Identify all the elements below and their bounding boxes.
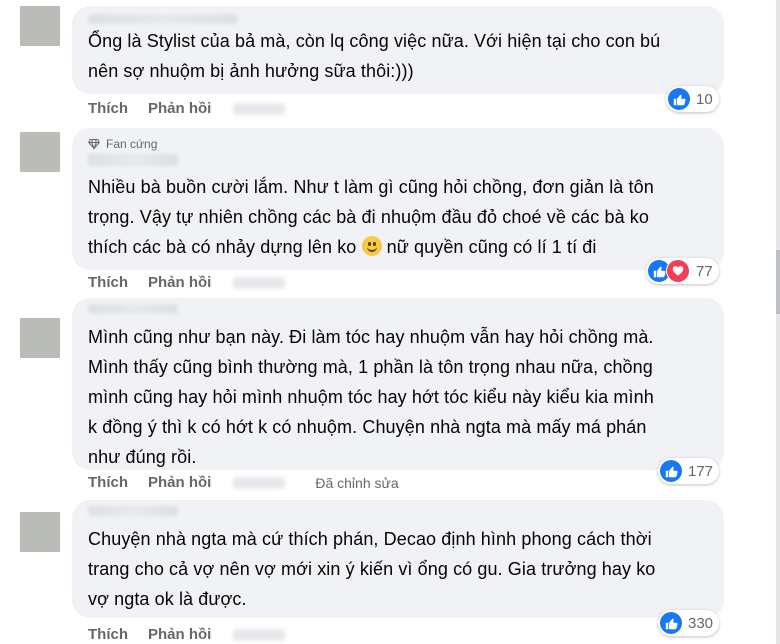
comment-actions: Thích Phản hồi xyxy=(88,626,286,643)
comment-text: Mình cũng như bạn này. Đi làm tóc hay nh… xyxy=(88,327,654,467)
timestamp-redacted[interactable] xyxy=(233,476,286,489)
reaction-summary[interactable]: 330 xyxy=(658,610,720,636)
like-button[interactable]: Thích xyxy=(88,474,128,491)
edited-label: Đã chỉnh sửa xyxy=(315,474,399,491)
author-name-redacted[interactable] xyxy=(88,14,238,24)
like-button[interactable]: Thích xyxy=(88,100,128,117)
timestamp-redacted[interactable] xyxy=(233,102,286,115)
author-name-redacted[interactable] xyxy=(88,506,178,516)
love-icon xyxy=(666,259,690,283)
like-icon xyxy=(660,460,682,482)
like-button[interactable]: Thích xyxy=(88,274,128,291)
comment-text: Nhiều bà buồn cười lắm. Như t làm gì cũn… xyxy=(88,172,710,262)
diamond-icon xyxy=(88,138,100,150)
avatar[interactable] xyxy=(20,6,60,46)
like-button[interactable]: Thích xyxy=(88,626,128,643)
reply-button[interactable]: Phản hồi xyxy=(148,100,211,117)
comment-actions: Thích Phản hồi xyxy=(88,100,286,117)
reply-button[interactable]: Phản hồi xyxy=(148,274,211,291)
comment-bubble: Ổng là Stylist của bả mà, còn lq công vi… xyxy=(72,6,724,94)
reaction-count: 77 xyxy=(696,262,713,280)
avatar[interactable] xyxy=(20,318,60,358)
comment-text-part: nữ quyền cũng có lí 1 tí đi xyxy=(381,237,597,257)
comment-bubble: Fan cứng Nhiều bà buồn cười lắm. Như t l… xyxy=(72,128,724,270)
scrollbar-track[interactable] xyxy=(776,0,780,644)
author-name-redacted[interactable] xyxy=(88,154,178,166)
comment-actions: Thích Phản hồi xyxy=(88,274,286,291)
reaction-summary[interactable]: 77 xyxy=(646,258,719,284)
comment-actions: Thích Phản hồi Đã chỉnh sửa xyxy=(88,474,399,491)
like-icon xyxy=(668,88,690,110)
timestamp-redacted[interactable] xyxy=(233,276,286,289)
comment-bubble: Mình cũng như bạn này. Đi làm tóc hay nh… xyxy=(72,298,724,470)
comment-text: Ổng là Stylist của bả mà, còn lq công vi… xyxy=(88,31,661,81)
reply-button[interactable]: Phản hồi xyxy=(148,474,211,491)
reaction-count: 10 xyxy=(696,90,713,108)
timestamp-redacted[interactable] xyxy=(233,628,286,641)
reply-button[interactable]: Phản hồi xyxy=(148,626,211,643)
avatar[interactable] xyxy=(20,132,60,172)
avatar[interactable] xyxy=(20,512,60,552)
reaction-count: 177 xyxy=(688,462,714,480)
comment-bubble: Chuyện nhà ngta mà cứ thích phán, Decao … xyxy=(72,500,724,618)
reaction-count: 330 xyxy=(688,614,714,632)
author-name-redacted[interactable] xyxy=(88,304,178,314)
fan-badge: Fan cứng xyxy=(88,136,710,152)
badge-label: Fan cứng xyxy=(106,137,158,151)
comment-text: Chuyện nhà ngta mà cứ thích phán, Decao … xyxy=(88,529,656,609)
smile-emoji-icon xyxy=(361,236,382,256)
scrollbar-thumb[interactable] xyxy=(776,250,780,314)
like-icon xyxy=(660,612,682,634)
reaction-summary[interactable]: 10 xyxy=(666,86,719,112)
reaction-summary[interactable]: 177 xyxy=(658,458,720,484)
